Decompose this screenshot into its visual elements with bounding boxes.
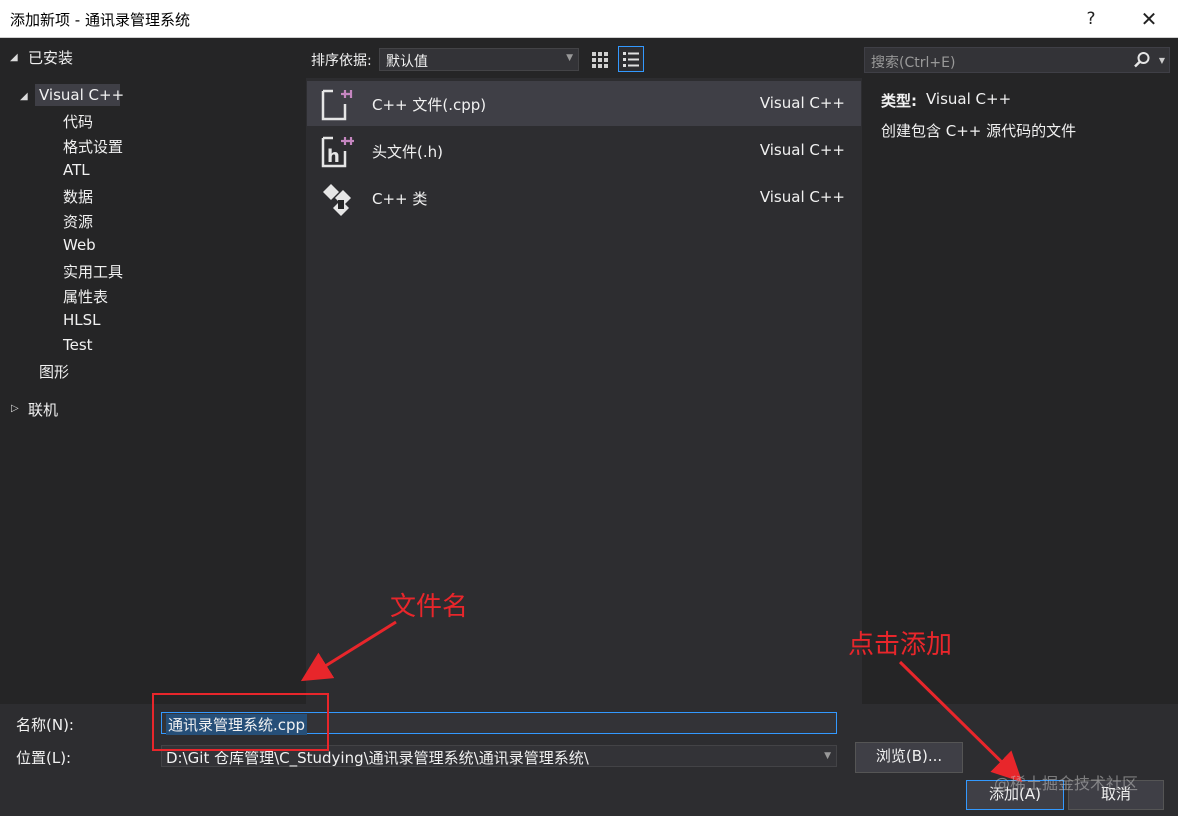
type-label: 类型: xyxy=(881,92,917,110)
chevron-down-icon[interactable]: ▼ xyxy=(824,751,831,761)
cpp-file-icon xyxy=(319,86,355,122)
sort-value: 默认值 xyxy=(386,54,428,70)
name-label: 名称(N): xyxy=(16,716,74,734)
chevron-down-icon: ▼ xyxy=(566,53,573,63)
tree-item-graphics[interactable]: 图形 xyxy=(39,361,69,382)
template-language: Visual C++ xyxy=(759,141,845,159)
header-file-icon: h xyxy=(319,133,355,169)
tree-item-code[interactable]: 代码 xyxy=(63,111,93,132)
tree-item-installed[interactable]: 已安装 xyxy=(28,47,73,68)
tree-item-resources[interactable]: 资源 xyxy=(63,211,93,232)
template-name: C++ 文件(.cpp) xyxy=(372,96,487,114)
search-input[interactable]: 搜索(Ctrl+E) ▼ xyxy=(864,47,1170,73)
sort-dropdown[interactable]: 默认值 ▼ xyxy=(379,48,579,71)
annotation-highlight-box xyxy=(152,693,329,751)
template-row-cpp-class[interactable]: C++ 类 Visual C++ xyxy=(307,175,861,220)
tree-item-data[interactable]: 数据 xyxy=(63,186,93,207)
list-view-icon[interactable] xyxy=(618,46,644,72)
expanded-triangle-icon[interactable]: ◢ xyxy=(20,91,28,102)
sort-label: 排序依据: xyxy=(311,53,372,69)
close-button[interactable]: ✕ xyxy=(1120,0,1178,38)
svg-text:h: h xyxy=(327,146,340,167)
annotation-filename: 文件名 xyxy=(390,592,469,622)
tree-item-web[interactable]: Web xyxy=(63,236,96,254)
chevron-down-icon[interactable]: ▼ xyxy=(1159,56,1165,65)
tree-item-atl[interactable]: ATL xyxy=(63,161,90,179)
search-icon[interactable] xyxy=(1133,51,1151,69)
collapsed-triangle-icon[interactable]: ▷ xyxy=(11,403,19,414)
grid-view-icon[interactable] xyxy=(588,48,612,72)
template-name: 头文件(.h) xyxy=(372,143,443,161)
tree-item-test[interactable]: Test xyxy=(63,336,93,354)
location-label: 位置(L): xyxy=(16,749,72,767)
tree-item-property-sheets[interactable]: 属性表 xyxy=(63,286,108,307)
template-row-cpp-file[interactable]: C++ 文件(.cpp) Visual C++ xyxy=(307,81,861,126)
annotation-click-add: 点击添加 xyxy=(848,630,953,660)
tree-item-hlsl[interactable]: HLSL xyxy=(63,311,101,329)
window-title: 添加新项 - 通讯录管理系统 xyxy=(10,11,190,29)
title-bar: 添加新项 - 通讯录管理系统 ? ✕ xyxy=(0,0,1178,38)
search-placeholder: 搜索(Ctrl+E) xyxy=(871,55,956,71)
cpp-class-icon xyxy=(319,180,355,216)
template-language: Visual C++ xyxy=(759,188,845,206)
template-row-header-file[interactable]: h 头文件(.h) Visual C++ xyxy=(307,128,861,173)
expanded-triangle-icon[interactable]: ◢ xyxy=(10,52,18,63)
help-button[interactable]: ? xyxy=(1062,0,1120,38)
browse-button[interactable]: 浏览(B)... xyxy=(855,742,963,773)
template-description: 创建包含 C++ 源代码的文件 xyxy=(881,122,1077,140)
template-name: C++ 类 xyxy=(372,190,428,208)
tree-item-visual-cpp[interactable]: Visual C++ xyxy=(39,86,124,104)
tree-item-utility[interactable]: 实用工具 xyxy=(63,261,123,282)
tree-item-formatting[interactable]: 格式设置 xyxy=(63,136,123,157)
template-language: Visual C++ xyxy=(759,94,845,112)
type-value: Visual C++ xyxy=(926,90,1012,108)
watermark: @稀土掘金技术社区 xyxy=(994,774,1139,793)
tree-item-online[interactable]: 联机 xyxy=(28,399,58,420)
